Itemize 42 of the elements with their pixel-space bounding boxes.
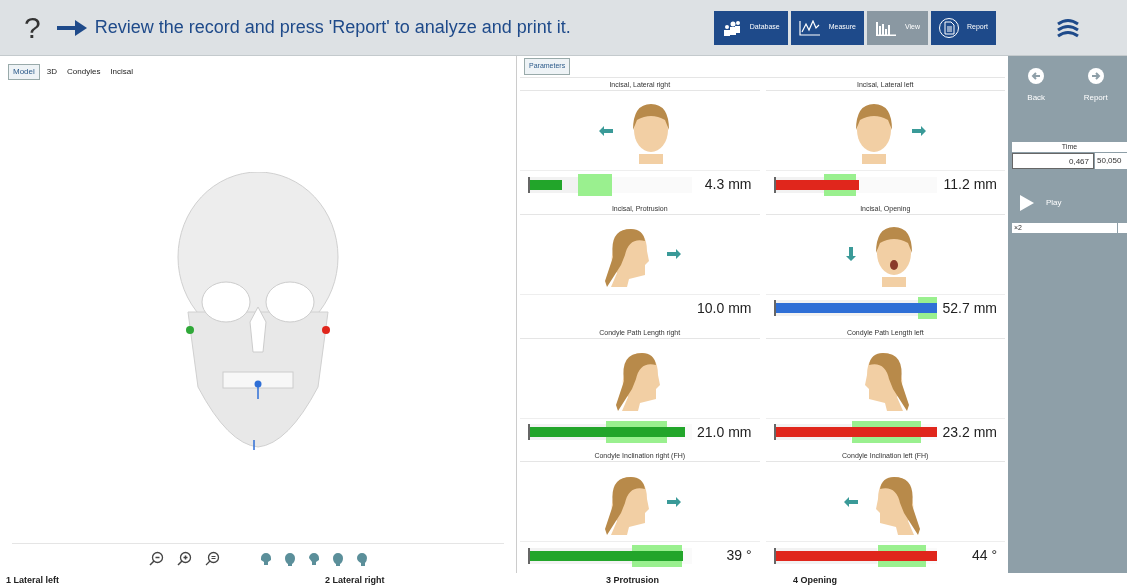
logo-icon [1056, 17, 1079, 38]
view-tab[interactable]: 3D [43, 64, 61, 80]
head-view-icon[interactable] [308, 551, 320, 566]
zoom-fit-icon[interactable] [204, 550, 220, 567]
view-tab[interactable]: Model [8, 64, 40, 80]
head-view-icon[interactable] [356, 551, 368, 566]
zoom-in-icon[interactable] [176, 550, 192, 567]
arrow-icon [598, 125, 613, 136]
input-field[interactable] [1118, 223, 1127, 233]
parameter-value: 4.3 mm [703, 175, 753, 194]
instruction-text: Review the record and press 'Report' to analyze and print it. [94, 16, 571, 39]
parameter-value: 21.0 mm [696, 422, 753, 442]
graph-icon [798, 19, 821, 36]
view-tab[interactable]: Condyles [64, 64, 104, 80]
parameter-value: 11.2 mm [942, 175, 998, 194]
parameter-value: 23.2 mm [941, 422, 998, 442]
head-view-icon[interactable] [260, 551, 272, 566]
people-icon [721, 19, 742, 36]
arrow-icon [666, 249, 681, 260]
recording-label[interactable]: 1 Lateral left [6, 574, 60, 587]
zoom-out-icon[interactable] [148, 550, 164, 567]
duration-field: 50,050 [1095, 153, 1127, 169]
parameter-value: 39 ° [725, 546, 753, 566]
parameter-value: 10.0 mm [696, 298, 753, 318]
play-icon [1020, 195, 1034, 211]
help-icon[interactable]: ? [24, 12, 41, 43]
recording-label[interactable]: 4 Opening [793, 574, 837, 587]
recording-label[interactable]: 3 Protrusion [606, 574, 659, 587]
arrow-icon [844, 496, 859, 507]
parameter-value: 52.7 mm [941, 298, 998, 318]
head-view-icon[interactable] [284, 551, 296, 566]
time-field[interactable]: 0,467 [1012, 153, 1094, 169]
bar-chart-icon [874, 19, 897, 36]
arrow-icon [846, 247, 857, 262]
arrow-icon [56, 17, 87, 38]
arrow-icon [666, 496, 681, 507]
view-tab[interactable]: Incisal [107, 64, 137, 80]
arrow-icon [912, 125, 927, 136]
parameter-value: 44 ° [970, 546, 998, 566]
recording-label[interactable]: 2 Lateral right [325, 574, 385, 587]
document-icon [939, 17, 959, 38]
head-view-icon[interactable] [332, 551, 344, 566]
